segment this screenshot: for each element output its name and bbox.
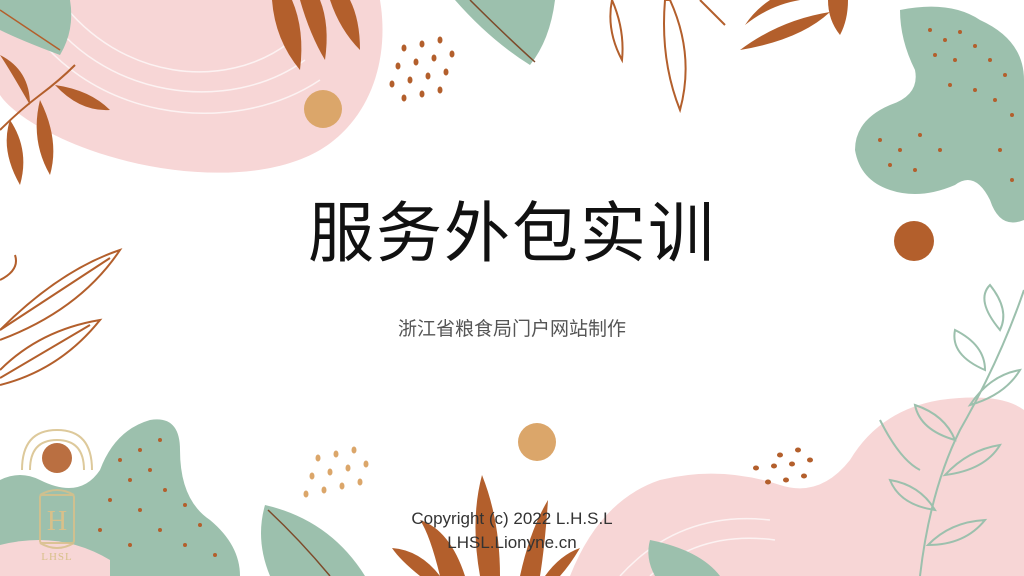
- copyright-block: Copyright (c) 2022 L.H.S.L LHSL.Lionyne.…: [312, 507, 712, 555]
- ochre-dot-bottom: [518, 423, 556, 461]
- logo-mark: H: [47, 506, 67, 537]
- slide-subtitle: 浙江省粮食局门户网站制作: [397, 318, 626, 340]
- rust-leaves-top-right: [740, 0, 848, 50]
- rust-dot-logo: [42, 443, 72, 473]
- dots-cluster-bottom: [303, 446, 369, 498]
- dots-cluster-top: [389, 36, 455, 102]
- dots-cluster-right: [753, 447, 813, 485]
- slide-title: 服务外包实训: [308, 195, 716, 272]
- copyright-line: Copyright (c) 2022 L.H.S.L: [411, 509, 613, 528]
- decorative-background: H: [0, 0, 1024, 576]
- sage-leaf-top-center: [455, 0, 555, 65]
- website-line: LHSL.Lionyne.cn: [447, 533, 577, 552]
- ochre-dot-top: [304, 90, 342, 128]
- line-leaves-top-right: [609, 0, 726, 114]
- logo-label: LHSL: [41, 551, 73, 563]
